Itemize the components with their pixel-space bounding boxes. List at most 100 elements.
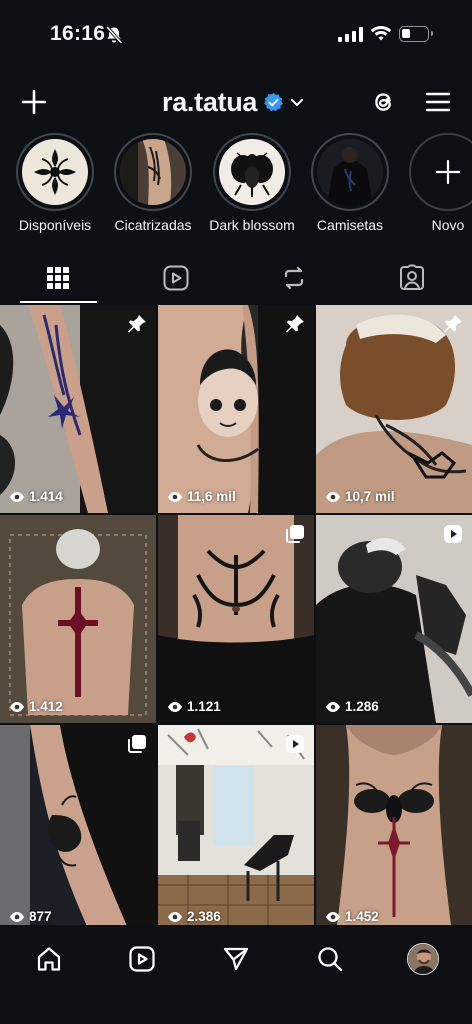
reels-icon (129, 946, 155, 972)
nav-home[interactable] (27, 937, 71, 981)
view-count-value: 1.452 (345, 909, 379, 924)
grid-post[interactable]: 10,7 mil (316, 305, 472, 513)
highlight-camisetas[interactable]: Camisetas (300, 133, 400, 233)
tab-tagged[interactable] (364, 255, 460, 301)
view-count: 877 (9, 909, 52, 924)
post-thumbnail (316, 515, 472, 723)
grid-icon (47, 267, 69, 289)
profile-username: ra.tatua (162, 86, 258, 117)
eye-icon (10, 911, 24, 922)
view-count: 2.386 (167, 909, 221, 924)
nav-profile[interactable] (401, 937, 445, 981)
highlight-cicatrizadas[interactable]: Cicatrizadas (103, 133, 203, 233)
highlight-cover (22, 139, 88, 205)
verified-badge-icon (264, 92, 283, 111)
view-count-value: 1.121 (187, 699, 221, 714)
highlight-label: Dark blossom (209, 217, 295, 233)
highlight-label: Cicatrizadas (114, 217, 192, 233)
status-bar: 16:16 (0, 0, 472, 70)
wifi-icon (370, 26, 392, 41)
eye-icon (326, 911, 340, 922)
post-thumbnail (316, 725, 472, 933)
status-time: 16:16 (50, 22, 106, 45)
eye-icon (10, 701, 24, 712)
post-thumbnail (158, 305, 314, 513)
avatar (407, 943, 439, 975)
view-count: 1.414 (9, 489, 63, 504)
eye-icon (168, 911, 182, 922)
highlight-label: Novo (431, 217, 465, 233)
tagged-person-icon (400, 264, 424, 290)
repost-icon (284, 266, 304, 290)
cellular-signal-icon (338, 26, 363, 42)
grid-post[interactable]: 1.121 (158, 515, 314, 723)
highlight-cover (317, 139, 383, 205)
carousel-icon (128, 735, 146, 753)
highlight-cover (219, 139, 285, 205)
view-count-value: 11,6 mil (187, 489, 236, 504)
menu-button[interactable] (420, 84, 456, 120)
view-count-value: 10,7 mil (345, 489, 395, 504)
highlight-disponiveis[interactable]: Disponíveis (5, 133, 105, 233)
post-thumbnail (158, 515, 314, 723)
tab-posts-grid[interactable] (10, 255, 106, 301)
eye-icon (168, 701, 182, 712)
view-count: 1.452 (325, 909, 379, 924)
plus-icon (435, 159, 461, 185)
post-thumbnail (158, 725, 314, 933)
pin-icon (286, 315, 304, 333)
post-thumbnail (0, 725, 156, 933)
view-count: 1.412 (9, 699, 63, 714)
threads-icon (375, 93, 391, 111)
pin-icon (444, 315, 462, 333)
nav-messages[interactable] (214, 937, 258, 981)
reel-icon (286, 735, 304, 753)
plus-icon (21, 89, 47, 115)
post-thumbnail (0, 305, 156, 513)
new-highlight-button[interactable]: Novo (398, 133, 472, 233)
nav-reels[interactable] (120, 937, 164, 981)
chevron-down-icon (291, 99, 304, 107)
highlight-dark-blossom[interactable]: Dark blossom (202, 133, 302, 233)
grid-post[interactable]: 2.386 (158, 725, 314, 933)
nav-search[interactable] (308, 937, 352, 981)
grid-post[interactable]: 1.412 (0, 515, 156, 723)
grid-post[interactable]: 1.414 (0, 305, 156, 513)
grid-post[interactable]: 1.452 (316, 725, 472, 933)
view-count-value: 877 (29, 909, 52, 924)
account-switcher[interactable]: ra.tatua (162, 84, 304, 120)
view-count: 1.286 (325, 699, 379, 714)
highlight-label: Disponíveis (18, 217, 92, 233)
eye-icon (326, 701, 340, 712)
pin-icon (128, 315, 146, 333)
view-count-value: 1.414 (29, 489, 63, 504)
threads-button[interactable] (366, 84, 402, 120)
bottom-navigation (0, 925, 472, 1024)
active-tab-indicator (20, 301, 97, 303)
view-count: 11,6 mil (167, 489, 236, 504)
tab-reposts[interactable] (246, 255, 342, 301)
grid-post[interactable]: 11,6 mil (158, 305, 314, 513)
highlight-cover (120, 139, 186, 205)
profile-header: ra.tatua (0, 78, 472, 128)
eye-icon (10, 491, 24, 502)
view-count-value: 1.286 (345, 699, 379, 714)
view-count-value: 1.412 (29, 699, 63, 714)
reels-icon (163, 265, 189, 291)
search-icon (318, 947, 343, 972)
view-count-value: 2.386 (187, 909, 221, 924)
view-count: 1.121 (167, 699, 221, 714)
carousel-icon (286, 525, 304, 543)
story-highlights: Disponíveis Cicatrizadas Dark blossom Ca… (0, 133, 472, 243)
eye-icon (168, 491, 182, 502)
battery-icon (399, 26, 433, 42)
reel-icon (444, 525, 462, 543)
grid-post[interactable]: 1.286 (316, 515, 472, 723)
paper-plane-icon (223, 947, 249, 971)
hamburger-menu-icon (425, 92, 451, 112)
grid-post[interactable]: 877 (0, 725, 156, 933)
highlight-label: Camisetas (316, 217, 384, 233)
post-thumbnail (316, 305, 472, 513)
create-button[interactable] (16, 84, 52, 120)
tab-reels[interactable] (128, 255, 224, 301)
